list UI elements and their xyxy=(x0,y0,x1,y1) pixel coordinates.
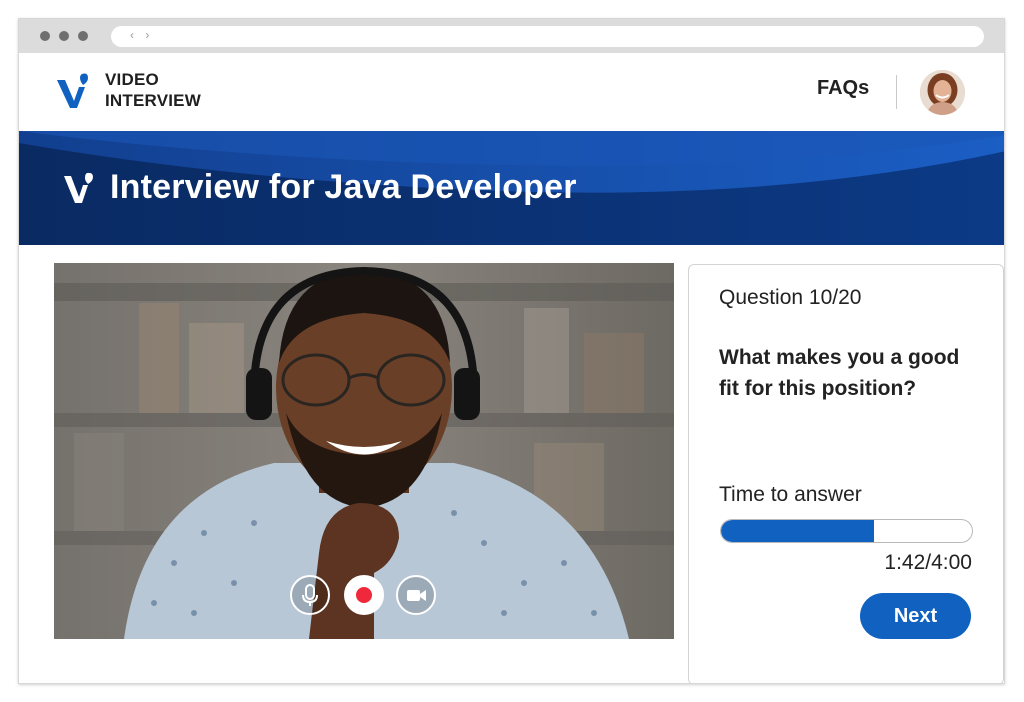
record-button[interactable] xyxy=(344,575,384,615)
answer-time-progress-fill xyxy=(721,520,875,542)
camera-button[interactable] xyxy=(396,575,436,615)
video-camera-icon xyxy=(407,590,426,601)
answer-time-value: 1:42/4:00 xyxy=(884,551,972,574)
interview-banner: Interview for Java Developer xyxy=(19,131,1004,245)
answer-time-progress xyxy=(720,519,973,543)
avatar-photo-icon xyxy=(920,70,965,115)
brand-line-2: INTERVIEW xyxy=(105,91,201,110)
interview-title: Interview for Java Developer xyxy=(110,168,577,206)
microphone-icon xyxy=(302,584,318,606)
question-text: What makes you a good fit for this posit… xyxy=(719,346,960,400)
video-preview xyxy=(54,263,674,639)
window-dot-icon xyxy=(40,31,50,41)
user-avatar[interactable] xyxy=(920,70,965,115)
address-bar[interactable]: ‹ › xyxy=(111,26,984,47)
nav-arrows-icon[interactable]: ‹ › xyxy=(130,28,153,42)
mic-button[interactable] xyxy=(290,575,330,615)
brand-line-1: VIDEO xyxy=(105,70,159,89)
window-dot-icon xyxy=(59,31,69,41)
time-to-answer-label: Time to answer xyxy=(719,483,862,506)
question-counter: Question 10/20 xyxy=(719,286,862,309)
next-button[interactable]: Next xyxy=(860,593,971,639)
question-panel: Question 10/20 What makes you a good fit… xyxy=(688,264,1004,683)
browser-window: ‹ › VIDEO INTERVIEW FAQs Interview for J… xyxy=(18,18,1005,684)
brand-name: VIDEO INTERVIEW xyxy=(105,69,201,111)
faqs-link[interactable]: FAQs xyxy=(817,77,869,100)
video-interview-logo-icon[interactable] xyxy=(55,71,95,111)
record-icon xyxy=(356,587,372,603)
browser-chrome: ‹ › xyxy=(19,19,1004,53)
header-divider xyxy=(896,75,897,109)
app-header: VIDEO INTERVIEW FAQs xyxy=(19,53,1004,131)
banner-logo-icon xyxy=(64,172,93,203)
window-dot-icon xyxy=(78,31,88,41)
